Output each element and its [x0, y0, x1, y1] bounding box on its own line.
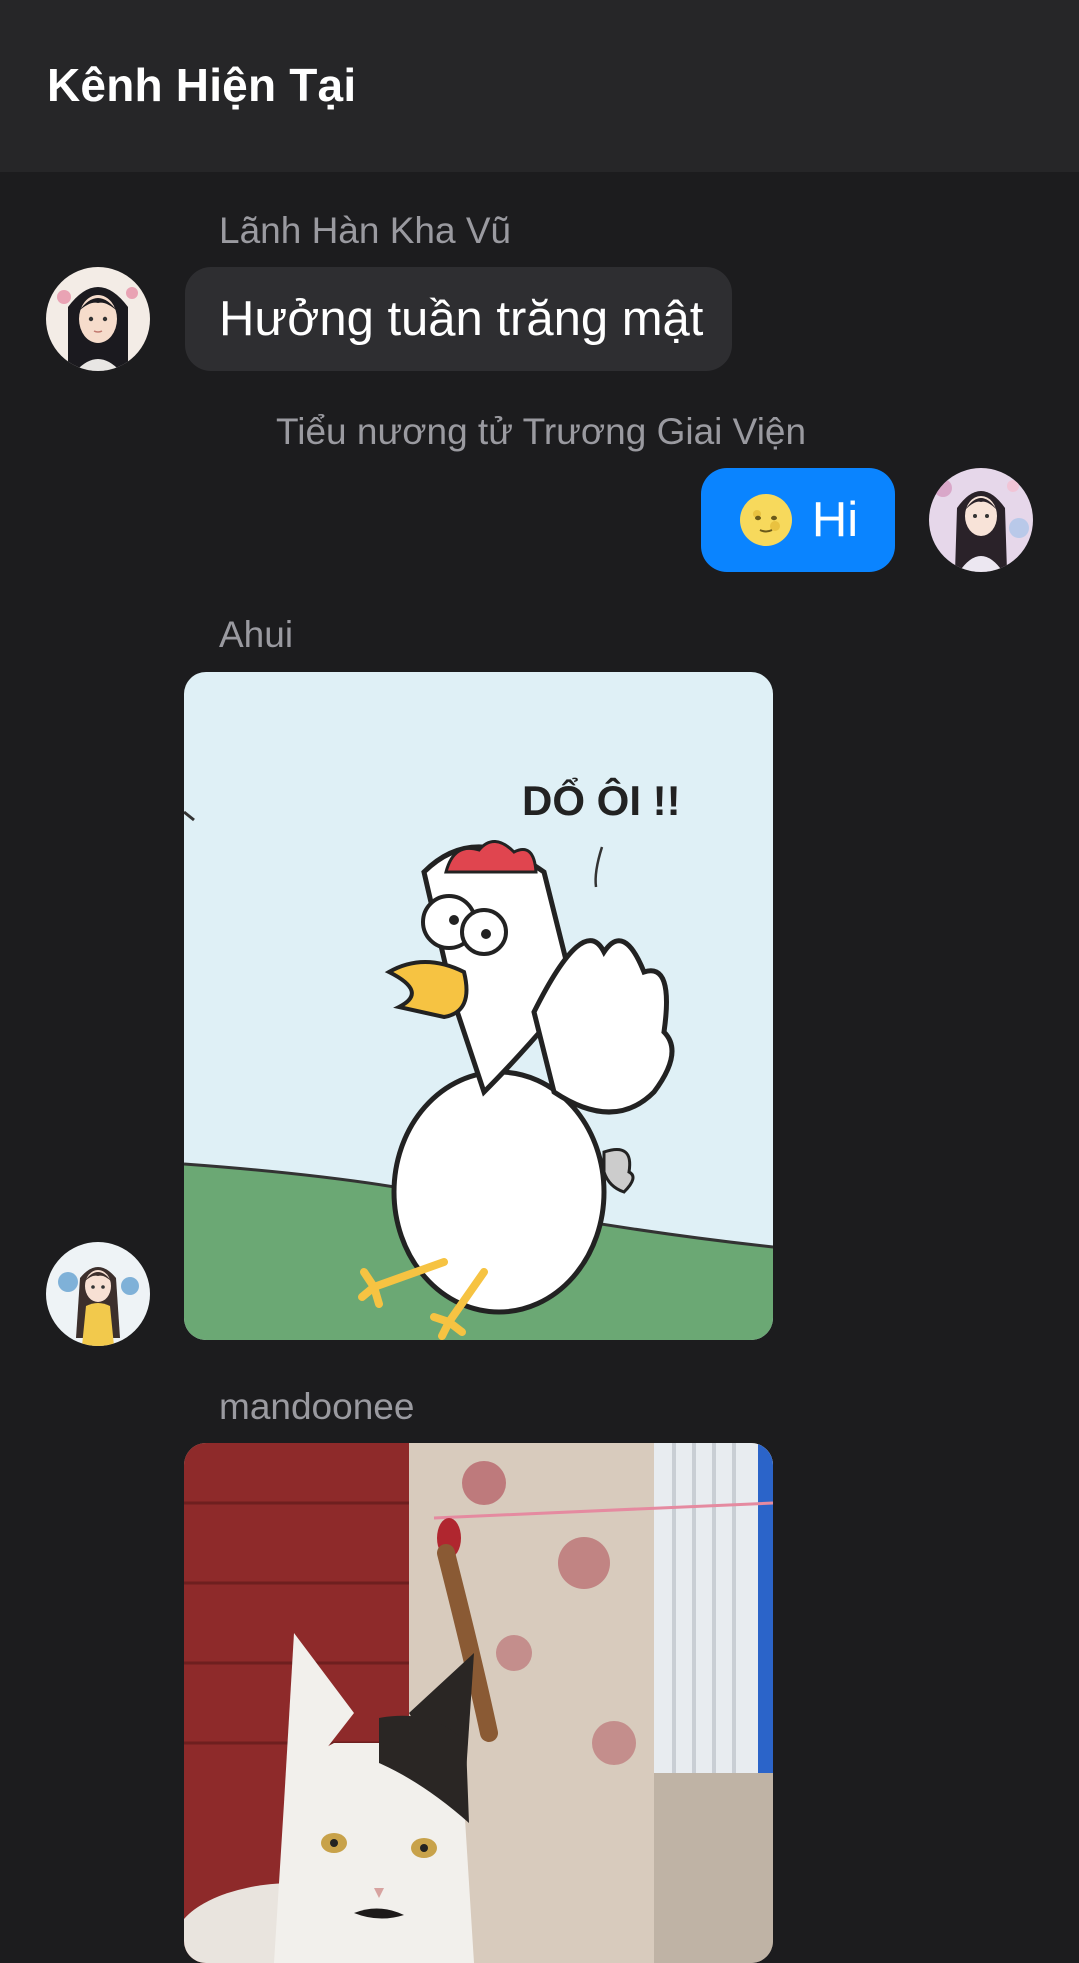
message-text: Hi	[811, 493, 859, 547]
cat-photo-image[interactable]	[184, 1443, 773, 1963]
channel-title: Kênh Hiện Tại	[47, 59, 357, 111]
message-bubble-incoming[interactable]: Hưởng tuần trăng mật	[185, 267, 732, 371]
message-text: Hưởng tuần trăng mật	[219, 292, 704, 346]
message-sender-name: Tiểu nương tử Trương Giai Viện	[276, 411, 807, 452]
message-sender-name: mandoonee	[219, 1386, 415, 1427]
message-sender-name: Lãnh Hàn Kha Vũ	[219, 210, 512, 251]
sticker-image[interactable]: DỔ ÔI !!	[184, 672, 773, 1340]
avatar-woman-flowers-icon[interactable]	[929, 468, 1033, 572]
avatar-girl-yellow-dress-icon[interactable]	[46, 1242, 150, 1346]
moon-face-icon	[738, 492, 794, 548]
channel-header: Kênh Hiện Tại	[0, 0, 1079, 172]
avatar-long-hair-man-icon[interactable]	[46, 267, 150, 371]
message-sender-name: Ahui	[219, 614, 294, 655]
sticker-caption: DỔ ÔI !!	[522, 775, 681, 824]
message-bubble-outgoing[interactable]: Hi	[701, 468, 895, 572]
